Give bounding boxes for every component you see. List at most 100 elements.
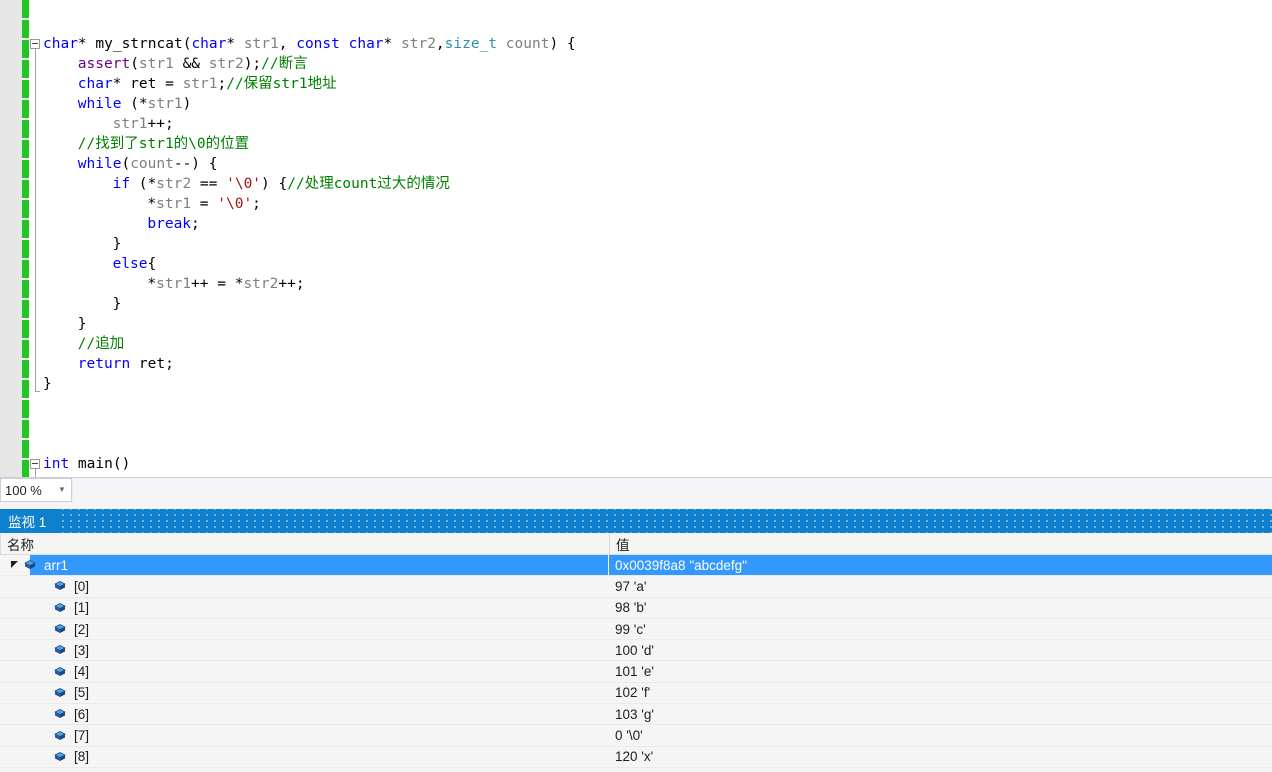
watch-row-value: 101 'e': [615, 664, 654, 680]
watch-row-name: [2]: [74, 621, 90, 637]
code-token: str1: [182, 76, 218, 92]
zoom-level-value: 100 %: [5, 482, 42, 498]
code-token: int: [43, 456, 70, 472]
change-bar-segment: [22, 240, 29, 258]
code-line: }: [78, 314, 87, 334]
code-line: char* ret = str1;//保留str1地址: [78, 74, 337, 94]
code-token: char: [77, 76, 113, 92]
editor-indicator-margin[interactable]: [0, 0, 22, 477]
watch-row-value-cell[interactable]: 0x0039f8a8 "abcdefg": [609, 555, 1272, 575]
code-token: char: [348, 36, 384, 52]
watch-row-value: 102 'f': [615, 685, 651, 701]
code-editor[interactable]: char* my_strncat(char* str1, const char*…: [0, 0, 1272, 477]
watch-row-name-cell[interactable]: [8]: [0, 747, 646, 767]
code-token: return: [77, 356, 131, 372]
watch-row-name-cell[interactable]: [0]: [0, 576, 646, 596]
variable-box-icon: [52, 601, 68, 615]
tab-strip-drag-handle[interactable]: [62, 509, 1272, 533]
variable-box-icon: [52, 643, 68, 657]
watch-row[interactable]: [2] 99 'c': [0, 619, 1272, 641]
code-token: ++;: [147, 116, 174, 132]
code-token: }: [43, 376, 52, 392]
variable-box-icon: [52, 579, 68, 593]
code-token: break: [147, 216, 192, 232]
code-token: //找到了str1的\0的位置: [77, 136, 250, 152]
watch-column-header-value[interactable]: 值: [609, 533, 1272, 554]
visual-studio-debug-window: char* my_strncat(char* str1, const char*…: [0, 0, 1272, 772]
chevron-down-icon[interactable]: ▼: [53, 486, 71, 494]
watch-row[interactable]: [8] 120 'x': [0, 747, 1272, 768]
tree-expander-placeholder: [38, 747, 52, 767]
watch-row-value-cell[interactable]: 103 'g': [609, 704, 1272, 724]
change-bar-segment: [22, 100, 29, 118]
watch-row-value: 0 '\0': [615, 728, 643, 744]
code-fold-collapse-icon[interactable]: [30, 39, 40, 49]
code-token: size_t: [444, 36, 498, 52]
code-token: ,: [435, 36, 445, 52]
watch-row-name-cell[interactable]: [1]: [0, 598, 646, 618]
watch-column-header-name[interactable]: 名称: [0, 533, 609, 554]
code-token: ) {: [549, 36, 576, 52]
code-token: =: [191, 196, 218, 212]
code-token: *: [77, 36, 96, 52]
code-token: while: [77, 96, 122, 112]
tree-expander-expanded-icon[interactable]: [8, 555, 22, 575]
code-token: //追加: [77, 336, 125, 352]
code-token: ;: [217, 76, 227, 92]
code-fold-collapse-icon[interactable]: [30, 459, 40, 469]
watch-row-value-cell[interactable]: 98 'b': [609, 598, 1272, 618]
watch-row-value-cell[interactable]: 0 '\0': [609, 725, 1272, 745]
code-fold-guide-line: [35, 469, 36, 477]
watch-row-name: [1]: [74, 600, 90, 616]
watch-row-name-cell[interactable]: arr1: [0, 555, 616, 575]
code-line: int main(): [43, 454, 130, 474]
variable-box-icon: [52, 750, 68, 764]
code-token: (*: [121, 96, 148, 112]
code-token: str2: [156, 176, 192, 192]
code-token: str1: [138, 56, 174, 72]
code-token: //处理count过大的情况: [287, 176, 450, 192]
watch-row[interactable]: [7] 0 '\0': [0, 725, 1272, 747]
code-token: --) {: [173, 156, 218, 172]
watch-row[interactable]: arr1 0x0039f8a8 "abcdefg": [0, 555, 1272, 577]
code-line: }: [113, 234, 122, 254]
watch-row-name-cell[interactable]: [3]: [0, 640, 646, 660]
code-token: *: [226, 36, 244, 52]
watch-row[interactable]: [0] 97 'a': [0, 576, 1272, 598]
variable-box-icon: [52, 686, 68, 700]
tree-expander-placeholder: [38, 619, 52, 639]
watch-row[interactable]: [5] 102 'f': [0, 683, 1272, 705]
code-token: str1: [147, 96, 183, 112]
watch-row-name-cell[interactable]: [7]: [0, 725, 646, 745]
code-fold-guide-line: [35, 49, 36, 391]
watch-row-name-cell[interactable]: [4]: [0, 662, 646, 682]
watch-row-name-cell[interactable]: [5]: [0, 683, 646, 703]
watch-row-name-cell[interactable]: [2]: [0, 619, 646, 639]
editor-change-bar: [22, 0, 29, 477]
watch-row-value: 103 'g': [615, 706, 654, 722]
watch-row-value-cell[interactable]: 99 'c': [609, 619, 1272, 639]
watch-row-name-cell[interactable]: [6]: [0, 704, 646, 724]
code-token: str1: [156, 276, 192, 292]
code-text-area[interactable]: char* my_strncat(char* str1, const char*…: [29, 0, 1272, 477]
watch-row-value-cell[interactable]: 100 'd': [609, 640, 1272, 660]
watch-row-value: 120 'x': [615, 749, 654, 765]
change-bar-segment: [22, 280, 29, 298]
watch-grid-body[interactable]: arr1 0x0039f8a8 "abcdefg" [0] 97 'a' [1] 98 '…: [0, 555, 1272, 772]
variable-box-icon: [52, 665, 68, 679]
watch-row-value-cell[interactable]: 120 'x': [609, 747, 1272, 767]
watch-row[interactable]: [4] 101 'e': [0, 662, 1272, 683]
watch-row-value-cell[interactable]: 97 'a': [609, 576, 1272, 596]
change-bar-segment: [22, 420, 29, 438]
watch-row[interactable]: [3] 100 'd': [0, 640, 1272, 662]
watch-row[interactable]: [1] 98 'b': [0, 598, 1272, 619]
zoom-level-combobox[interactable]: 100 % ▼: [0, 478, 72, 502]
code-token: *: [147, 276, 157, 292]
watch-column-header-label: 名称: [7, 537, 34, 553]
watch-row[interactable]: [6] 103 'g': [0, 704, 1272, 726]
tab-watch-1[interactable]: 监视 1: [0, 509, 57, 533]
status-bar-filler: [73, 478, 1272, 502]
watch-row-value-cell[interactable]: 102 'f': [609, 683, 1272, 703]
watch-row-value-cell[interactable]: 101 'e': [609, 662, 1272, 682]
variable-box-icon: [52, 729, 68, 743]
